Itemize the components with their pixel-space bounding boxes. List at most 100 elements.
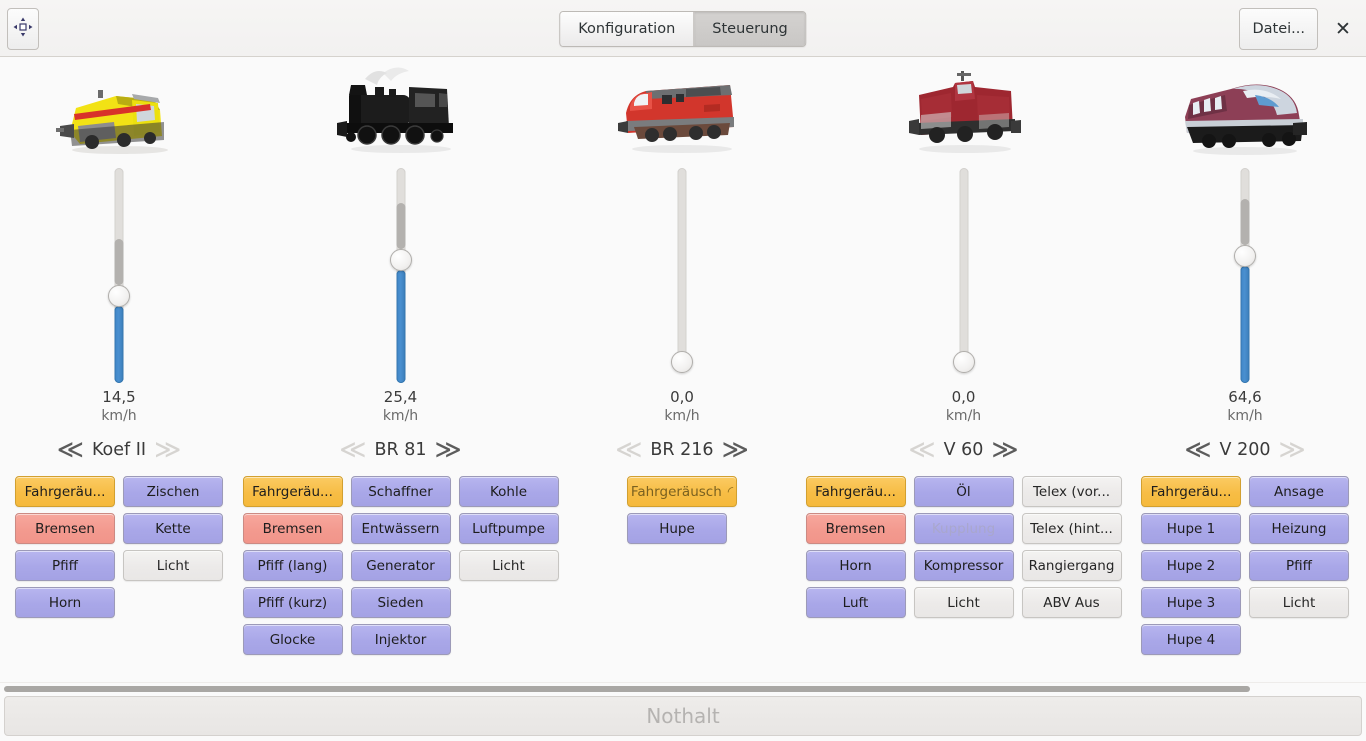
chevron-left-icon[interactable]: ≪ xyxy=(57,437,84,463)
slider-handle[interactable] xyxy=(1234,245,1256,267)
slider-handle[interactable] xyxy=(671,351,693,373)
function-button[interactable]: Bremsen xyxy=(806,513,906,544)
function-button-group: ÖlKupplungKompressorLicht xyxy=(914,476,1014,618)
function-button[interactable]: Kohle xyxy=(459,476,559,507)
function-button[interactable]: Pfiff xyxy=(15,550,115,581)
function-button[interactable]: Horn xyxy=(15,587,115,618)
function-button-label: Pfiff (kurz) xyxy=(258,595,327,611)
function-button[interactable]: Hupe 4 xyxy=(1141,624,1241,655)
function-button-label: Heizung xyxy=(1272,521,1327,537)
speed-slider[interactable] xyxy=(1225,168,1265,383)
locomotive-name: Koef II xyxy=(92,440,146,460)
scrollbar-thumb[interactable] xyxy=(4,686,1250,692)
speed-slider[interactable] xyxy=(662,168,702,383)
function-button[interactable]: Glocke xyxy=(243,624,343,655)
chevron-left-icon[interactable]: ≪ xyxy=(615,437,642,463)
speed-unit-label: km/h xyxy=(664,407,699,426)
slider-track[interactable] xyxy=(678,168,687,373)
function-button[interactable]: Pfiff (kurz) xyxy=(243,587,343,618)
tab-konfiguration[interactable]: Konfiguration xyxy=(560,12,693,46)
function-button[interactable]: Generator xyxy=(351,550,451,581)
function-button[interactable]: Fahrgeräu... xyxy=(1141,476,1241,507)
locomotive-column: 14,5km/h≪Koef II≫Fahrgeräu...BremsenPfif… xyxy=(0,57,238,682)
function-button[interactable]: Heizung xyxy=(1249,513,1349,544)
toolbar-left-group xyxy=(7,8,39,50)
chevron-left-icon[interactable]: ≪ xyxy=(1184,437,1211,463)
slider-upper-segment xyxy=(396,203,405,249)
function-button[interactable]: Öl xyxy=(914,476,1014,507)
function-button[interactable]: Rangiergang xyxy=(1022,550,1122,581)
function-button-group: Fahrgeräusch◜ Hupe xyxy=(627,476,737,544)
slider-handle[interactable] xyxy=(390,249,412,271)
move-resize-button[interactable] xyxy=(7,8,39,50)
function-button[interactable]: Hupe xyxy=(627,513,727,544)
function-button[interactable]: Telex (hint... xyxy=(1022,513,1122,544)
function-button[interactable]: Pfiff xyxy=(1249,550,1349,581)
function-button[interactable]: Luft xyxy=(806,587,906,618)
slider-handle[interactable] xyxy=(108,285,130,307)
speed-value: 0,0 xyxy=(952,387,976,407)
function-button[interactable]: ABV Aus xyxy=(1022,587,1122,618)
function-button[interactable]: Sieden xyxy=(351,587,451,618)
function-button[interactable]: Horn xyxy=(806,550,906,581)
datei-menu-button[interactable]: Datei... xyxy=(1239,8,1318,50)
function-button[interactable]: Fahrgeräu... xyxy=(243,476,343,507)
chevron-left-icon[interactable]: ≪ xyxy=(339,437,366,463)
locomotive-selector: ≪V 200≫ xyxy=(1184,434,1305,466)
chevron-right-icon[interactable]: ≫ xyxy=(154,437,181,463)
function-button[interactable]: Fahrgeräu... xyxy=(15,476,115,507)
chevron-left-icon[interactable]: ≪ xyxy=(908,437,935,463)
horizontal-scrollbar[interactable] xyxy=(0,682,1366,694)
locomotive-column: 25,4km/h≪BR 81≫Fahrgeräu...BremsenPfiff … xyxy=(238,57,563,682)
function-button-group: Fahrgeräu... Bremsen Horn Luft xyxy=(806,476,906,618)
function-button[interactable]: Licht xyxy=(914,587,1014,618)
function-button[interactable]: Zischen xyxy=(123,476,223,507)
function-button[interactable]: Kette xyxy=(123,513,223,544)
function-button[interactable]: Ansage xyxy=(1249,476,1349,507)
function-button[interactable]: Injektor xyxy=(351,624,451,655)
chevron-right-icon[interactable]: ≫ xyxy=(722,437,749,463)
nothalt-button[interactable]: Nothalt xyxy=(4,696,1362,736)
chevron-right-icon[interactable]: ≫ xyxy=(435,437,462,463)
function-button[interactable]: Hupe 2 xyxy=(1141,550,1241,581)
function-button-group: Kohle Luftpumpe Licht xyxy=(459,476,559,581)
slider-track[interactable] xyxy=(959,168,968,373)
function-button[interactable]: Bremsen xyxy=(243,513,343,544)
tab-steuerung[interactable]: Steuerung xyxy=(693,12,805,46)
function-button[interactable]: Luftpumpe xyxy=(459,513,559,544)
function-button-grid: Fahrgeräusch◜ Hupe xyxy=(623,476,741,544)
function-button[interactable]: Entwässern xyxy=(351,513,451,544)
function-button-label: Bremsen xyxy=(263,521,323,537)
speed-slider[interactable] xyxy=(99,168,139,383)
function-button[interactable]: Pfiff (lang) xyxy=(243,550,343,581)
locomotive-columns: 14,5km/h≪Koef II≫Fahrgeräu...BremsenPfif… xyxy=(0,57,1366,682)
chevron-right-icon[interactable]: ≫ xyxy=(991,437,1018,463)
function-button-label: Bremsen xyxy=(826,521,886,537)
function-button-label: Licht xyxy=(157,558,190,574)
function-button[interactable]: Licht xyxy=(459,550,559,581)
function-button-label: Glocke xyxy=(270,632,316,648)
function-button[interactable]: Licht xyxy=(123,550,223,581)
function-button[interactable]: Schaffner xyxy=(351,476,451,507)
speed-value: 64,6 xyxy=(1228,387,1261,407)
chevron-right-icon[interactable]: ≫ xyxy=(1278,437,1305,463)
speed-slider[interactable] xyxy=(381,168,421,383)
function-button[interactable]: Fahrgeräu... xyxy=(806,476,906,507)
function-button[interactable]: Bremsen xyxy=(15,513,115,544)
function-button-group: Schaffner Entwässern Generator Sieden Injekt… xyxy=(351,476,451,655)
function-button[interactable]: Hupe 1 xyxy=(1141,513,1241,544)
slider-handle[interactable] xyxy=(953,351,975,373)
function-button[interactable]: Fahrgeräusch◜ xyxy=(627,476,737,507)
locomotive-image xyxy=(864,60,1064,160)
function-button-label: Generator xyxy=(366,558,435,574)
function-button-label: Injektor xyxy=(375,632,427,648)
locomotive-image xyxy=(582,60,782,160)
function-button-label: Bremsen xyxy=(35,521,95,537)
function-button-grid: Fahrgeräu...BremsenHornLuftÖlKupplungKom… xyxy=(802,476,1126,618)
speed-slider[interactable] xyxy=(944,168,984,383)
close-icon[interactable]: ✕ xyxy=(1330,16,1356,42)
function-button[interactable]: Telex (vor... xyxy=(1022,476,1122,507)
function-button[interactable]: Kompressor xyxy=(914,550,1014,581)
function-button[interactable]: Licht xyxy=(1249,587,1349,618)
function-button[interactable]: Hupe 3 xyxy=(1141,587,1241,618)
